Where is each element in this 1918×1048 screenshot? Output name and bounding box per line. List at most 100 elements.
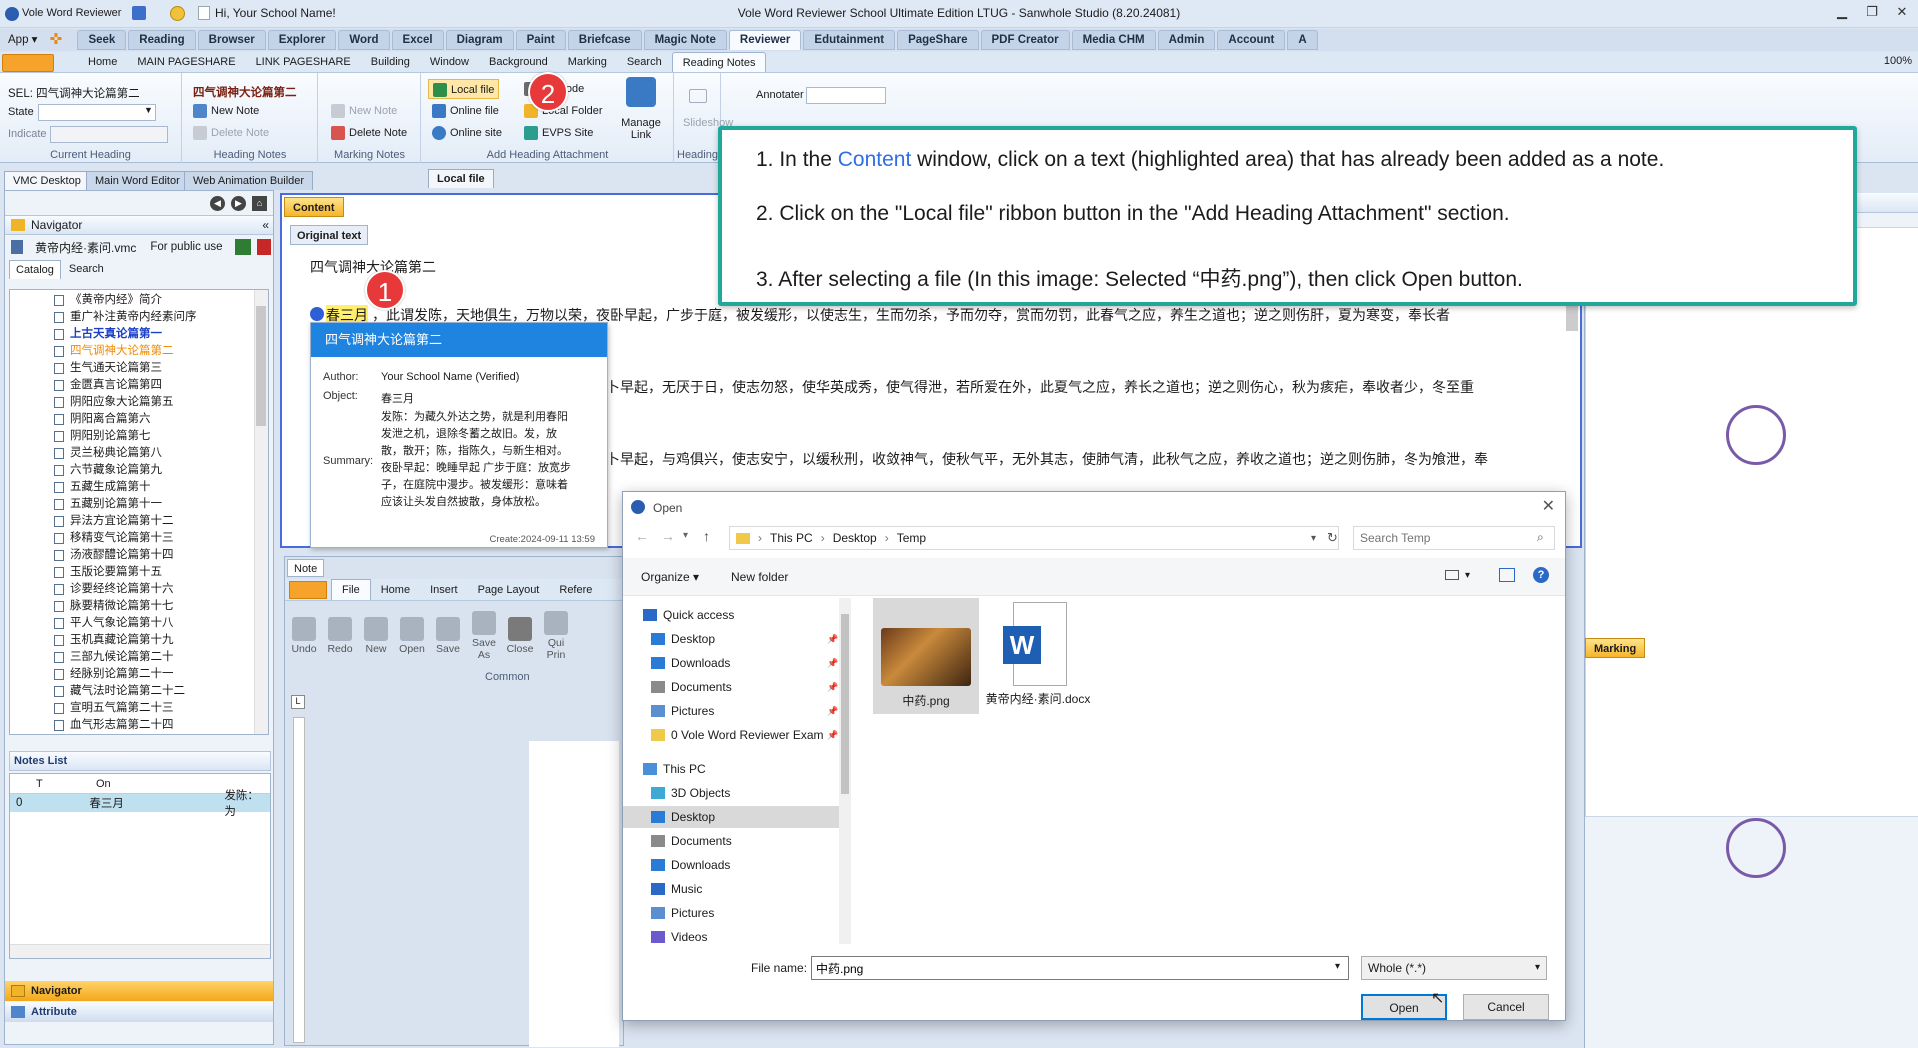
tab-browser[interactable]: Browser (197, 30, 266, 50)
nav-item-this-pc[interactable]: This PC (643, 758, 706, 780)
view-options-icon[interactable] (1445, 570, 1459, 580)
note-marker-icon[interactable] (310, 307, 324, 321)
tree-item[interactable]: 移精变气论篇第十三 (10, 530, 268, 547)
recent-chevron-icon[interactable]: ▾ (683, 530, 688, 541)
qr-icon[interactable] (234, 239, 251, 255)
tab-content[interactable]: Content (284, 197, 344, 217)
breadcrumb-temp[interactable]: Temp (897, 531, 926, 545)
cancel-button[interactable]: Cancel (1463, 994, 1549, 1020)
back-icon[interactable]: ◀ (210, 195, 225, 211)
breadcrumb-desktop[interactable]: Desktop (833, 531, 877, 545)
file-menu-button[interactable] (2, 53, 54, 72)
pin-icon[interactable]: 📌 (827, 628, 838, 650)
file-item-selected[interactable]: 中药.png (873, 598, 979, 714)
tab-word[interactable]: Word (338, 30, 390, 50)
evps-site-button[interactable]: EVPS Site (524, 123, 593, 143)
organize-button[interactable]: Organize ▾ (641, 570, 699, 584)
tab-explorer[interactable]: Explorer (267, 30, 337, 50)
dialog-close-icon[interactable]: ✕ (1542, 496, 1555, 516)
tree-item[interactable]: 玉机真藏论篇第十九 (10, 632, 268, 649)
breadcrumb-this-pc[interactable]: This PC (770, 531, 813, 545)
forward-arrow-icon[interactable]: → (661, 528, 675, 544)
tab-paint[interactable]: Paint (515, 30, 566, 50)
tree-item[interactable]: 阴阳应象大论篇第五 (10, 394, 268, 411)
table-row[interactable]: 0 春三月 发陈：为 (10, 790, 270, 818)
tree-item[interactable]: 汤液醪醴论篇第十四 (10, 547, 268, 564)
note-tab-page-layout[interactable]: Page Layout (468, 580, 550, 600)
help-icon[interactable]: ? (1533, 567, 1549, 583)
ribbon-tab-home[interactable]: Home (78, 52, 127, 72)
note-qui-prin-button[interactable]: Qui Prin (541, 609, 571, 661)
tab-diagram[interactable]: Diagram (445, 30, 514, 50)
delete-marking-note-button[interactable]: Delete Note (331, 123, 407, 143)
nav-item-3d-objects[interactable]: 3D Objects (651, 782, 730, 804)
ribbon-tab-building[interactable]: Building (361, 52, 420, 72)
back-arrow-icon[interactable]: ← (635, 528, 649, 544)
nav-item-documents[interactable]: Documents 📌 (651, 676, 838, 698)
tree-item[interactable]: 阴阳别论篇第七 (10, 428, 268, 445)
tab-account[interactable]: Account (1217, 30, 1286, 50)
new-heading-note-button[interactable]: New Note (193, 101, 259, 121)
tree-item[interactable]: 四气调神大论篇第二 (10, 343, 268, 360)
tree-item[interactable]: 生气通天论篇第三 (10, 360, 268, 377)
tree-item[interactable]: 诊要经终论篇第十六 (10, 581, 268, 598)
tab-marking[interactable]: Marking (1585, 638, 1646, 658)
note-tab-insert[interactable]: Insert (420, 580, 468, 600)
tab-search[interactable]: Search (63, 260, 110, 278)
filename-input[interactable] (811, 956, 1349, 980)
tree-item[interactable]: 脉要精微论篇第十七 (10, 598, 268, 615)
note-save-as-button[interactable]: Save As (469, 609, 499, 661)
orig-icon[interactable] (256, 239, 271, 255)
ribbon-tab-reading-notes[interactable]: Reading Notes (671, 52, 767, 72)
annotater-input[interactable] (806, 87, 886, 104)
note-close-button[interactable]: Close (505, 615, 535, 655)
tab-pageshare[interactable]: PageShare (897, 30, 979, 50)
tab-reading[interactable]: Reading (128, 30, 196, 50)
ribbon-tab-main-pageshare[interactable]: MAIN PAGESHARE (127, 52, 245, 72)
local-file-button[interactable]: Local file (428, 79, 500, 99)
tab-excel[interactable]: Excel (391, 30, 444, 50)
tab-catalog[interactable]: Catalog (9, 259, 61, 279)
chevron-down-icon[interactable]: ▼ (144, 105, 153, 115)
tab-admin[interactable]: Admin (1157, 30, 1216, 50)
nav-item-pictures[interactable]: Pictures 📌 (651, 700, 838, 722)
tab-main-word-editor[interactable]: Main Word Editor (86, 171, 189, 190)
manage-link-button[interactable]: Manage Link (618, 117, 664, 141)
tree-scroll-thumb[interactable] (256, 306, 266, 426)
nav-item-0-vole-word-reviewer-exam[interactable]: 0 Vole Word Reviewer Exam 📌 (651, 724, 838, 746)
tab-local-file[interactable]: Local file (428, 169, 494, 188)
nav-item-pictures[interactable]: Pictures (651, 902, 714, 924)
restore-icon[interactable]: ❐ (1862, 4, 1882, 22)
collapse-icon[interactable]: « (262, 218, 269, 232)
nav-item-desktop[interactable]: Desktop (623, 806, 839, 828)
file-item[interactable]: W 黄帝内经·素问.docx (985, 598, 1091, 718)
nav-item-music[interactable]: Music (651, 878, 702, 900)
filetype-select[interactable]: Whole (*.*) ▾ (1361, 956, 1547, 980)
ribbon-tab-window[interactable]: Window (420, 52, 479, 72)
tree-item[interactable]: 《黄帝内经》简介 (10, 292, 268, 309)
address-bar[interactable]: › This PC › Desktop › Temp ▾ (729, 526, 1339, 550)
ribbon-tab-link-pageshare[interactable]: LINK PAGESHARE (246, 52, 361, 72)
indicate-select[interactable] (50, 126, 168, 143)
tree-item[interactable]: 重广补注黄帝内经素问序 (10, 309, 268, 326)
preview-pane-icon[interactable] (1499, 568, 1515, 582)
note-new-button[interactable]: New (361, 615, 391, 655)
pin-icon[interactable]: 📌 (827, 652, 838, 674)
tab-seek[interactable]: Seek (77, 30, 127, 50)
up-arrow-icon[interactable]: ↑ (703, 528, 710, 544)
view-chevron-icon[interactable]: ▾ (1465, 570, 1470, 581)
col-t[interactable]: T (36, 778, 96, 790)
tree-item[interactable]: 异法方宜论篇第十二 (10, 513, 268, 530)
search-icon[interactable]: ⌕ (1537, 530, 1544, 545)
tree-item[interactable]: 血气形志篇第二十四 (10, 717, 268, 734)
note-redo-button[interactable]: Redo (325, 615, 355, 655)
tab-pdf-creator[interactable]: PDF Creator (980, 30, 1070, 50)
note-open-button[interactable]: Open (397, 615, 427, 655)
tab-web-animation-builder[interactable]: Web Animation Builder (184, 171, 314, 190)
pin-icon[interactable]: 📌 (827, 700, 838, 722)
document-page[interactable] (529, 741, 619, 1047)
slideshow-icon[interactable] (689, 89, 707, 103)
tab-note[interactable]: Note (287, 559, 325, 577)
search-input[interactable] (1353, 526, 1555, 550)
tree-item[interactable]: 宣明五气篇第二十三 (10, 700, 268, 717)
